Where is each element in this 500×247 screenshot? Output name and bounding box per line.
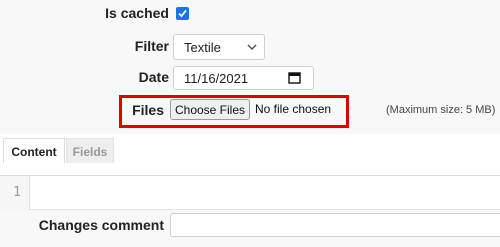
changes-comment-label: Changes comment — [38, 217, 164, 233]
content-editor[interactable]: 1 — [0, 175, 500, 210]
filter-select[interactable]: Textile — [173, 34, 265, 60]
check-icon — [178, 9, 187, 18]
chevron-down-icon — [247, 44, 257, 51]
calendar-icon[interactable] — [288, 71, 301, 84]
files-label: Files — [132, 102, 164, 118]
tab-content[interactable]: Content — [3, 138, 65, 163]
is-cached-checkbox[interactable] — [176, 7, 189, 20]
editor-tabs: Content Fields — [0, 134, 500, 163]
line-number: 1 — [0, 176, 30, 210]
is-cached-label: Is cached — [105, 5, 169, 21]
filter-select-value: Textile — [184, 40, 221, 55]
date-value: 11/16/2021 — [184, 71, 249, 86]
max-size-note: (Maximum size: 5 MB) — [386, 104, 496, 116]
changes-comment-input[interactable] — [170, 213, 500, 237]
filter-label: Filter — [134, 38, 169, 54]
tab-fields[interactable]: Fields — [66, 138, 114, 163]
file-status-text: No file chosen — [255, 102, 332, 116]
date-label: Date — [138, 69, 169, 85]
choose-files-button[interactable]: Choose Files — [170, 99, 250, 120]
date-input[interactable]: 11/16/2021 — [173, 66, 314, 90]
